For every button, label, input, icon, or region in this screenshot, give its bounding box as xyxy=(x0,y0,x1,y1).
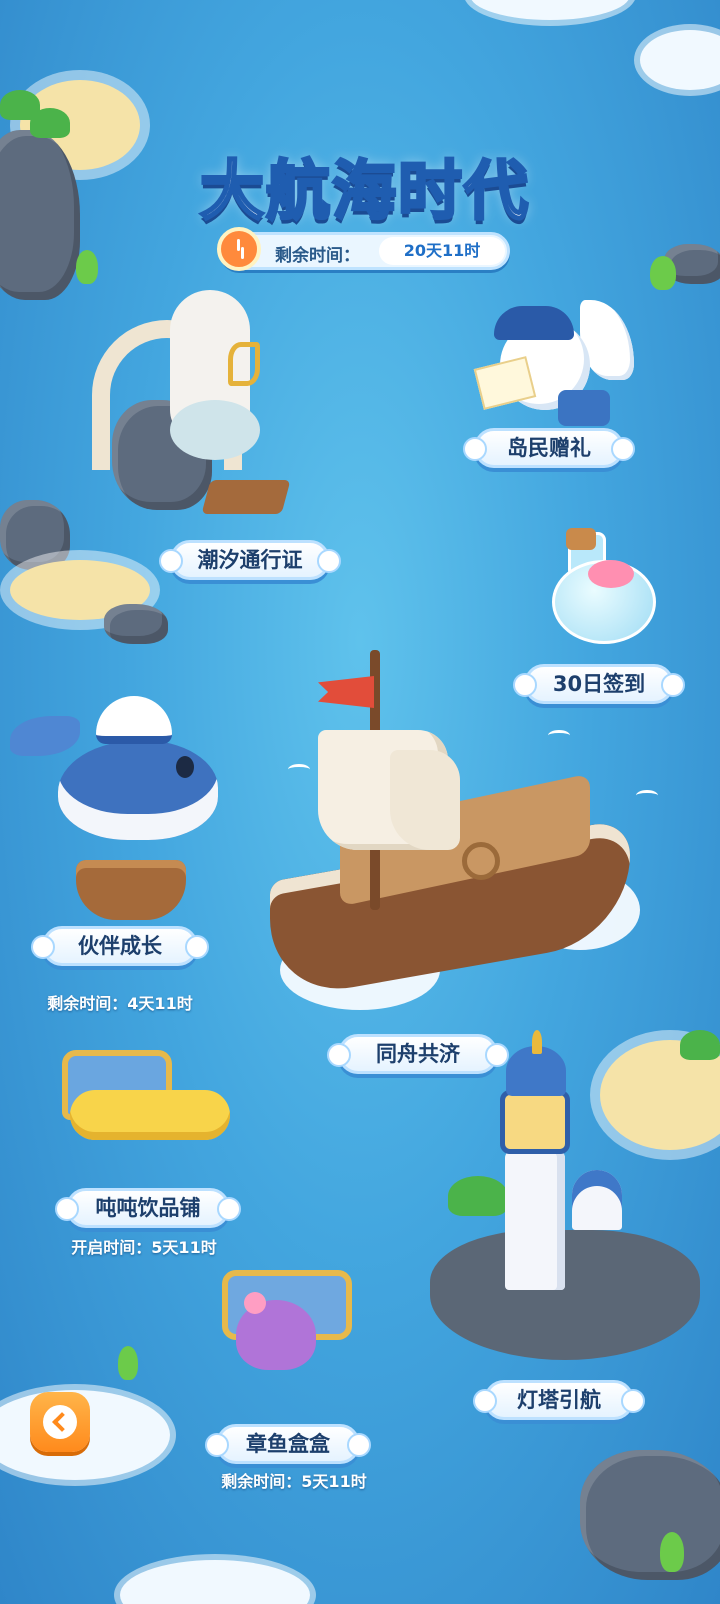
tide-pass-label[interactable]: 潮汐通行证 xyxy=(159,540,341,580)
cloud-right xyxy=(640,30,720,90)
lighthouse-house-icon xyxy=(572,1170,622,1230)
octopus-box-label[interactable]: 章鱼盒盒 xyxy=(205,1424,371,1464)
event-timer: 剩余时间： 20天11时 xyxy=(217,227,510,271)
grass-bottom-left xyxy=(118,1346,138,1380)
back-button[interactable] xyxy=(30,1392,90,1452)
lemon-gold-pile-icon xyxy=(70,1090,230,1140)
rock-bottom-right xyxy=(580,1450,720,1580)
cloud-bottom xyxy=(120,1560,310,1604)
mermaid-tail-icon xyxy=(170,400,260,460)
palm-top-left-2 xyxy=(30,108,70,138)
seagull-icon xyxy=(288,764,310,775)
pink-bow-icon xyxy=(588,560,634,588)
partner-growth-timer: 剩余时间：4天11时 xyxy=(47,994,193,1013)
ocean-map: 大航海时代 剩余时间： 20天11时 潮汐通行证 岛民赠礼 30日签到 伙伴成长… xyxy=(0,0,720,1604)
event-timer-label: 剩余时间： xyxy=(275,246,360,266)
drink-shop-label[interactable]: 吨吨饮品铺 xyxy=(55,1188,241,1228)
checkin-label[interactable]: 30日签到 xyxy=(513,664,685,704)
rock-left-mid xyxy=(0,500,70,570)
chevron-left-icon xyxy=(52,1412,72,1432)
lighthouse-lamp-icon xyxy=(500,1090,570,1154)
islander-gift-label[interactable]: 岛民赠礼 xyxy=(463,428,635,468)
sailor-hat-icon xyxy=(96,696,172,744)
cloud-top-right xyxy=(470,0,630,20)
ship-flag-icon xyxy=(318,676,374,708)
event-timer-value: 20天11时 xyxy=(379,237,505,265)
ship-sail-icon xyxy=(390,750,460,850)
event-title: 大航海时代 xyxy=(170,140,560,231)
lighthouse-spire-icon xyxy=(532,1030,542,1054)
rock-left-small xyxy=(104,604,168,644)
ship-label[interactable]: 同舟共济 xyxy=(327,1034,509,1074)
bottle-cork-icon xyxy=(566,528,596,550)
back-arrow-icon xyxy=(43,1405,77,1439)
palm-right-mid xyxy=(680,1030,720,1060)
event-title-text: 大航海时代 xyxy=(199,154,530,231)
harp-icon xyxy=(228,342,260,386)
octopus-box-timer: 剩余时间：5天11时 xyxy=(221,1472,367,1491)
seagull-icon xyxy=(636,790,658,801)
grass-bottom-right xyxy=(660,1532,684,1572)
palm-icon xyxy=(448,1176,508,1216)
drink-shop-open-time: 开启时间：5天11时 xyxy=(71,1238,217,1257)
balloon-basket-icon xyxy=(76,860,186,920)
lighthouse-rocks-icon xyxy=(430,1230,700,1360)
whale-balloon-icon xyxy=(58,740,218,840)
captain-hat-icon xyxy=(494,306,574,340)
grass-right-top xyxy=(650,256,676,290)
lighthouse-label[interactable]: 灯塔引航 xyxy=(473,1380,645,1420)
lighthouse-tower-icon xyxy=(505,1150,565,1290)
mail-bag-icon xyxy=(558,390,610,426)
partner-growth-label[interactable]: 伙伴成长 xyxy=(31,926,209,966)
seagull-icon xyxy=(548,730,570,741)
whale-tail-icon xyxy=(10,716,80,756)
ship-wheel-icon xyxy=(462,842,500,880)
wooden-dock-icon xyxy=(201,480,291,514)
flower-icon xyxy=(244,1292,266,1314)
grass-left-top xyxy=(76,250,98,284)
clock-icon xyxy=(217,227,261,271)
whale-eye-icon xyxy=(176,756,194,778)
